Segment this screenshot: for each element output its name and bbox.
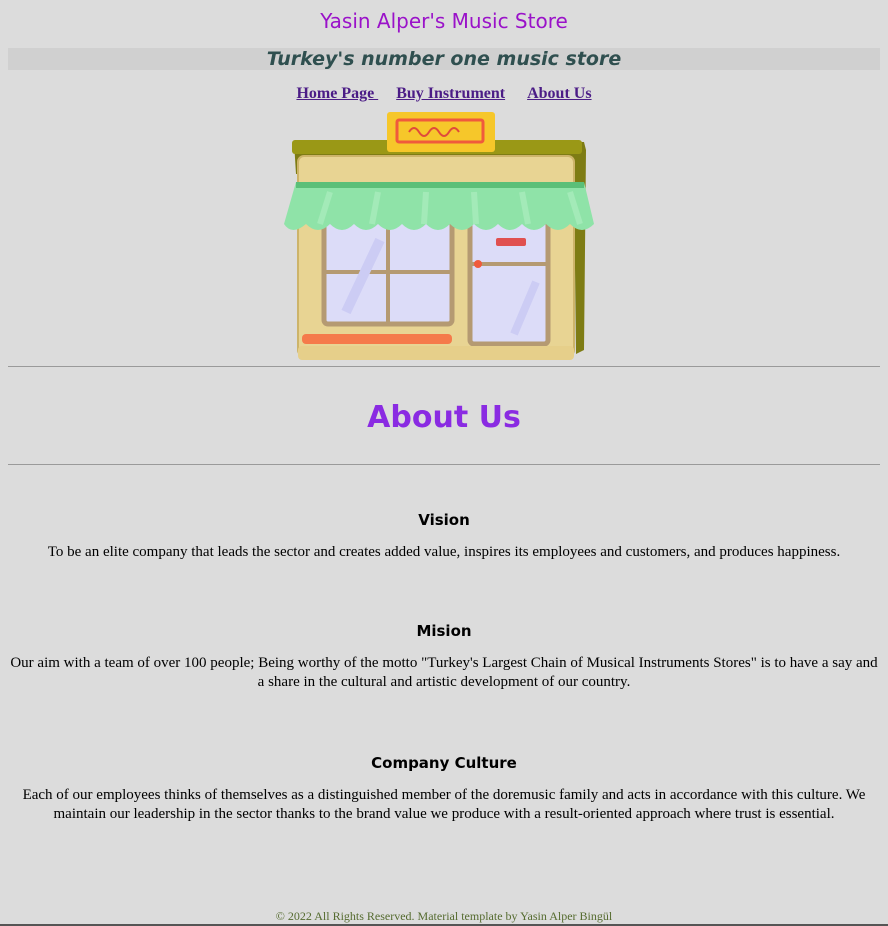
mission-title: Mision [416,622,472,640]
main-nav: Home Page Buy Instrument About Us [8,84,880,104]
culture-section: Company Culture Each of our employees th… [8,752,880,824]
vision-text: To be an elite company that leads the se… [47,544,841,560]
vision-section: Vision To be an elite company that leads… [8,509,880,562]
bottom-divider [8,464,880,465]
store-title: Yasin Alper's Music Store [320,9,568,33]
nav-about-link[interactable]: About Us [527,85,591,102]
page: Yasin Alper's Music Store Turkey's numbe… [0,0,888,824]
slogan-banner: Turkey's number one music store [8,48,880,70]
culture-text: Each of our employees thinks of themselv… [22,787,866,822]
about-heading: About Us [367,400,521,435]
mission-text: Our aim with a team of over 100 people; … [10,655,878,690]
nav-home-link[interactable]: Home Page [296,85,378,102]
footer-copyright: © 2022 All Rights Reserved. Material tem… [275,909,613,923]
storefront-illustration-icon [284,112,594,360]
culture-title: Company Culture [371,754,517,772]
vision-title: Vision [418,511,470,529]
mission-section: Mision Our aim with a team of over 100 p… [8,620,880,692]
nav-buy-instrument-link[interactable]: Buy Instrument [396,85,505,102]
hero-image [8,112,880,366]
